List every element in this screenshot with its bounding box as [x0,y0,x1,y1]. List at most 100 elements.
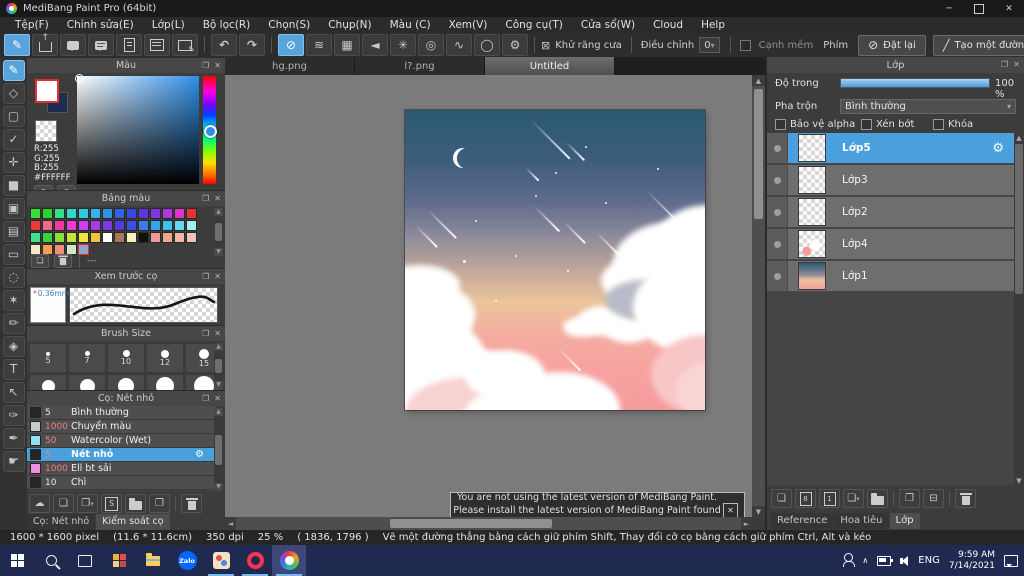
palette-swatch[interactable] [54,208,65,219]
close-icon[interactable]: ✕ [214,194,221,203]
concentric-circles-icon[interactable]: ◎ [418,34,444,56]
artwork-canvas[interactable] [405,110,705,410]
keyboard-app-button[interactable] [102,545,136,576]
palette-swatch[interactable] [102,208,113,219]
comment-button[interactable] [60,34,86,56]
palette-swatch[interactable] [174,232,185,243]
palette-swatch[interactable] [30,208,41,219]
palette-swatch[interactable] [78,208,89,219]
canvas-viewport[interactable]: You are not using the latest version of … [225,75,752,517]
duplicate-layer-button[interactable]: ❐ [899,489,920,508]
scroll-up-icon[interactable]: ▲ [214,408,223,416]
transparent-color-swatch[interactable] [35,120,57,142]
layer-visibility-toggle[interactable] [767,229,788,259]
medibang-taskbar-button[interactable] [272,545,306,576]
brush-tool[interactable]: ✎ [2,60,25,81]
layer-visibility-toggle[interactable] [767,197,788,227]
hand-tool[interactable]: ☛ [2,451,25,472]
brush-list-item[interactable]: 10 Chì [27,476,216,490]
horizontal-lines-icon[interactable]: ≋ [306,34,332,56]
scroll-handle[interactable] [754,89,763,219]
new-palette-color-button[interactable]: ❏ [31,253,49,268]
brush-size-option[interactable] [68,374,106,391]
merge-layer-button[interactable]: ⊟ [923,489,944,508]
menu-item[interactable]: Lớp(L) [143,19,194,31]
lasso-tool[interactable]: ◌ [2,267,25,288]
duplicate-brush-button[interactable]: ❐ [149,494,170,513]
palette-swatch[interactable] [162,220,173,231]
layers-panel-tab[interactable]: Hoa tiêu [834,513,889,529]
close-icon[interactable]: ✕ [214,61,221,70]
palette-swatch[interactable] [186,208,197,219]
palette-swatch[interactable] [186,220,197,231]
brush-folder-button[interactable] [125,494,146,513]
menu-item[interactable]: Chụp(N) [319,19,380,31]
select-eraser-tool[interactable]: ◈ [2,336,25,357]
undo-button[interactable]: ↶ [211,34,237,56]
palette-swatch[interactable] [30,232,41,243]
layer-visibility-toggle[interactable] [767,133,788,163]
menu-item[interactable]: Cloud [644,19,692,31]
menu-item[interactable]: Cửa sổ(W) [572,19,644,31]
taskbar-clock[interactable]: 9:59 AM 7/14/2021 [949,550,995,572]
palette-swatch[interactable] [138,208,149,219]
popout-icon[interactable]: ❐ [202,272,209,281]
rect-tool[interactable]: ▢ [2,106,25,127]
scroll-handle[interactable] [215,359,222,373]
layer-row[interactable]: Lớp3 [767,165,1014,195]
brush-list-item[interactable]: 50 Watercolor (Wet) [27,434,216,448]
soft-edge-checkbox[interactable] [739,39,751,51]
palette-swatch[interactable] [78,220,89,231]
close-icon[interactable]: ✕ [214,329,221,338]
palette-swatch[interactable] [162,232,173,243]
eraser-tool[interactable]: ◇ [2,83,25,104]
palette-swatch[interactable] [66,208,77,219]
palette-swatch[interactable] [126,220,137,231]
language-indicator[interactable]: ENG [918,555,940,566]
palette-swatch[interactable] [90,208,101,219]
layer-visibility-toggle[interactable] [767,165,788,195]
brush-list-item[interactable]: 1000 Ell bt sải [27,462,216,476]
layer-row[interactable]: Lớp4 [767,229,1014,259]
zalo-app-button[interactable]: Zalo [170,545,204,576]
delete-brush-button[interactable] [181,494,202,513]
adjust-dropdown[interactable]: 0 ▾ [699,37,720,53]
vertical-scrollbar[interactable]: ▲ ▼ [752,75,765,517]
palette-swatch[interactable] [114,208,125,219]
layers-panel-tab[interactable]: Reference [771,513,834,529]
add-layer-button[interactable]: ❏ [771,489,792,508]
add-layer-folder-button[interactable] [867,489,888,508]
select-pen-tool[interactable]: ✏ [2,313,25,334]
list-panel-button[interactable] [144,34,170,56]
scroll-up-icon[interactable]: ▲ [214,343,223,351]
scroll-down-icon[interactable]: ▼ [214,248,223,256]
palette-scrollbar[interactable]: ▲ ▼ [214,208,223,256]
move-tool[interactable]: ✛ [2,152,25,173]
people-tray-icon[interactable] [842,553,855,567]
palette-swatch[interactable] [90,232,101,243]
palette-swatch[interactable] [66,232,77,243]
draw-mode-button[interactable]: ✎ [4,34,30,56]
palette-swatch[interactable] [54,232,65,243]
lock-checkbox[interactable]: Khóa [933,119,973,130]
fill-tool[interactable]: ■ [2,175,25,196]
make-line-button[interactable]: ╱ Tạo một đường thẳng [932,34,1024,56]
gradient-tool[interactable]: ▤ [2,221,25,242]
layer-row[interactable]: Lớp1 [767,261,1014,291]
notification-close-button[interactable]: ✕ [723,503,738,517]
select-tool[interactable]: ▭ [2,244,25,265]
document-tab[interactable]: hg.png [225,57,355,75]
scroll-up-button[interactable]: ▲ [1014,133,1024,142]
popout-icon[interactable]: ❐ [202,394,209,403]
palette-swatch[interactable] [150,232,161,243]
scroll-down-icon[interactable]: ▼ [214,381,223,389]
action-center-icon[interactable] [1004,554,1018,567]
paint-app-button[interactable] [204,545,238,576]
scroll-down-icon[interactable]: ▼ [214,483,223,491]
layer-visibility-toggle[interactable] [767,261,788,291]
brush-list-item[interactable]: 5 Nét nhỏ ⚙ [27,448,216,462]
layer-row[interactable]: Lớp2 [767,197,1014,227]
antialias-checkbox-icon[interactable]: ⊠ [541,39,550,52]
bucket-tool[interactable]: ▣ [2,198,25,219]
scroll-left-button[interactable]: ◄ [225,517,236,530]
